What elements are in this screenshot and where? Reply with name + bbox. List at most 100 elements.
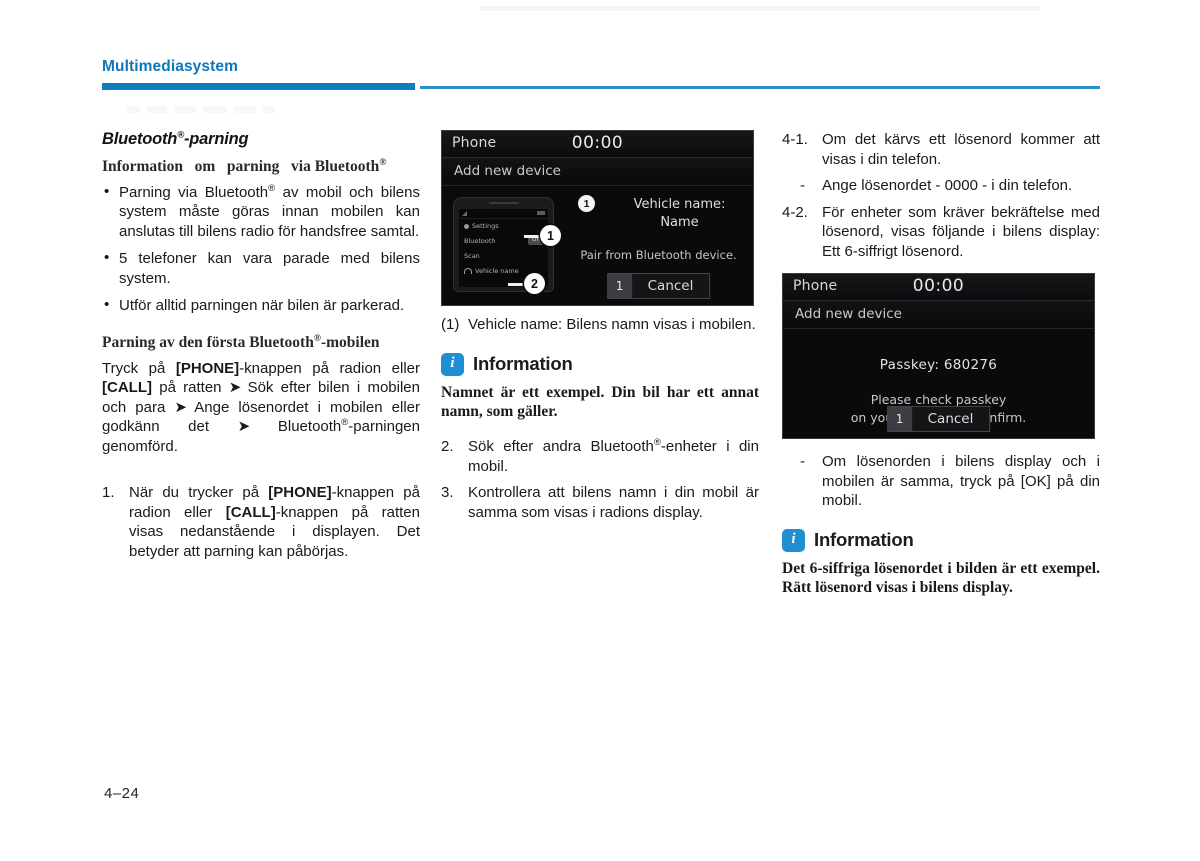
step-text: Kontrollera att bilens namn i din mobil … (468, 484, 759, 521)
page-number: 4–24 (104, 785, 140, 802)
caption-marker: (1) (441, 316, 460, 333)
numbered-list-steps-2-3: 2. Sök efter andra Bluetooth®-enheter i … (441, 437, 759, 522)
signal-icon (462, 211, 467, 216)
step-text: Om det kärvs ett lösenord kommer att vis… (822, 131, 1100, 168)
button-index: 1 (887, 407, 912, 431)
subheading-information-om-parning: Information om parning via Bluetooth® (102, 157, 387, 175)
head-unit-title-bar: Add new device (442, 158, 753, 186)
manual-page: Multimediasystem Bluetooth®-parning Info… (0, 0, 1200, 861)
head-unit-body: Passkey: 680276 Please check passkey on … (783, 329, 1094, 438)
page-title: Multimediasystem (102, 58, 238, 75)
phone-row-label: Scan (464, 252, 480, 260)
right-column: 4-1. Om det kärvs ett lösenord kommer at… (782, 130, 1100, 603)
list-item-step-4-2: 4-2. För enheter som kräver bekräftelse … (782, 203, 1100, 262)
registered-mark: ® (341, 417, 349, 429)
information-header: i Information (782, 528, 1100, 552)
head-unit-status-bar: Phone 00:00 (442, 131, 753, 158)
info-icon: i (782, 528, 805, 552)
step-marker: 1. (102, 484, 115, 502)
header-rule-thin (420, 86, 1100, 89)
dash-marker: - (800, 177, 805, 194)
information-title: Information (473, 353, 573, 374)
caption-text: Vehicle name: Bilens namn visas i mobile… (468, 316, 756, 333)
list-item-dash-2: - Om lösenorden i bilens display och i m… (782, 452, 1100, 511)
head-unit-app-name: Phone (793, 278, 838, 294)
phone-status-row (459, 209, 548, 219)
head-unit-pair-hint: Pair from Bluetooth device. (580, 248, 737, 262)
phone-speaker-notch (488, 202, 519, 204)
head-unit-app-name: Phone (452, 135, 497, 151)
head-unit-clock: 00:00 (912, 276, 965, 296)
info-icon-glyph: i (791, 530, 796, 547)
arrow-glyph: ➤ (228, 379, 242, 397)
head-unit-screen-title: Add new device (795, 306, 902, 322)
head-unit-body: Settings Bluetooth On Scan Vehicle name 1… (442, 186, 753, 305)
head-unit-screenshot-passkey: Phone 00:00 Add new device Passkey: 6802… (782, 273, 1095, 439)
head-unit-title-bar: Add new device (783, 301, 1094, 329)
button-index: 1 (607, 274, 632, 298)
bullet-list: Parning via Bluetooth® av mobil och bile… (102, 182, 420, 316)
registered-mark: ® (268, 182, 276, 194)
head-unit-vehicle-name: Vehicle name: Name (612, 196, 747, 231)
left-column: Bluetooth®-parning Information om parnin… (102, 130, 420, 568)
scan-artifact-band (480, 6, 1040, 11)
info-icon-glyph: i (450, 354, 455, 371)
list-item-step-1: 1. När du trycker på [PHONE]-knappen på … (102, 484, 420, 560)
scan-artifact-row (126, 106, 336, 113)
phone-row-label: Vehicle name (475, 267, 519, 275)
phone-row-scan[interactable]: Scan (459, 249, 548, 264)
step-marker: 4-2. (782, 203, 808, 221)
step-text: För enheter som kräver bekräftelse med l… (822, 203, 1100, 260)
cancel-button[interactable]: 1 Cancel (606, 273, 711, 299)
cancel-button[interactable]: 1 Cancel (886, 406, 991, 432)
list-item-dash-1: - Ange lösenordet - 0000 - i din telefon… (782, 176, 1100, 196)
phone-row-settings[interactable]: Settings (459, 219, 548, 234)
information-title: Information (814, 529, 914, 550)
information-callout-1: i Information Namnet är ett exempel. Din… (441, 352, 759, 422)
passkey-display: Passkey: 680276 (879, 357, 998, 373)
registered-mark: ® (177, 129, 184, 141)
subheading-parning-forsta-mobilen: Parning av den första Bluetooth®-mobilen (102, 333, 380, 351)
information-callout-2: i Information Det 6-siffriga lösenordet … (782, 528, 1100, 598)
information-header: i Information (441, 352, 759, 376)
numbered-list-step-42: 4-2. För enheter som kräver bekräftelse … (782, 203, 1100, 262)
step-marker: 4-1. (782, 131, 808, 148)
passkey-message-line-1: Please check passkey (870, 392, 1007, 407)
dash-marker: - (800, 453, 805, 470)
head-unit-screenshot-add-device: Phone 00:00 Add new device Settings Blue… (441, 130, 754, 306)
callout-bubble-2-phone: 2 (524, 273, 545, 294)
bullet-item: Utför alltid parningen när bilen är park… (102, 295, 420, 316)
dash-list-2: - Om lösenorden i bilens display och i m… (782, 452, 1100, 511)
cancel-button-label: Cancel (927, 411, 974, 427)
information-body: Det 6-siffriga lösenordet i bilden är et… (782, 559, 1100, 596)
vehicle-name-label: Vehicle name: (633, 197, 726, 212)
vehicle-name-value: Name (660, 214, 699, 230)
battery-icon (537, 211, 545, 215)
registered-mark: ® (313, 333, 321, 344)
middle-column: Phone 00:00 Add new device Settings Blue… (441, 130, 759, 529)
dash-text: Ange lösenordet - 0000 - i din telefon. (822, 177, 1073, 194)
list-item-step-3: 3. Kontrollera att bilens namn i din mob… (441, 483, 759, 522)
head-unit-info-panel: 1 Vehicle name: Name Pair from Bluetooth… (570, 186, 747, 305)
numbered-list-step-41: 4-1. Om det kärvs ett lösenord kommer at… (782, 130, 1100, 169)
header-rule-thick (102, 83, 415, 90)
headset-icon (464, 268, 472, 274)
arrow-glyph: ➤ (174, 398, 187, 416)
section-title: Bluetooth®-parning (102, 129, 249, 148)
step-marker: 2. (441, 438, 454, 456)
running-header: Multimediasystem (102, 58, 1102, 94)
bullet-item: Parning via Bluetooth® av mobil och bile… (102, 182, 420, 242)
head-unit-status-bar: Phone 00:00 (783, 274, 1094, 301)
cancel-button-label: Cancel (647, 278, 694, 294)
callout-bubble-1-phone: 1 (540, 225, 561, 246)
information-body: Namnet är ett exempel. Din bil har ett a… (441, 383, 759, 420)
head-unit-screen-title: Add new device (454, 163, 561, 179)
callout-bubble-1-label: 1 (578, 195, 595, 212)
arrow-glyph: ➤ (237, 418, 251, 436)
paragraph-tryck-pa-phone: Tryck på [PHONE]-knappen på radion eller… (102, 359, 420, 455)
list-item-step-2: 2. Sök efter andra Bluetooth®-enheter i … (441, 437, 759, 475)
list-item-step-4-1: 4-1. Om det kärvs ett lösenord kommer at… (782, 130, 1100, 169)
registered-mark: ® (653, 437, 661, 449)
bullet-item: 5 telefoner kan vara parade med bilens s… (102, 248, 420, 288)
figure-caption-vehicle-name: (1) Vehicle name: Bilens namn visas i mo… (441, 315, 759, 335)
